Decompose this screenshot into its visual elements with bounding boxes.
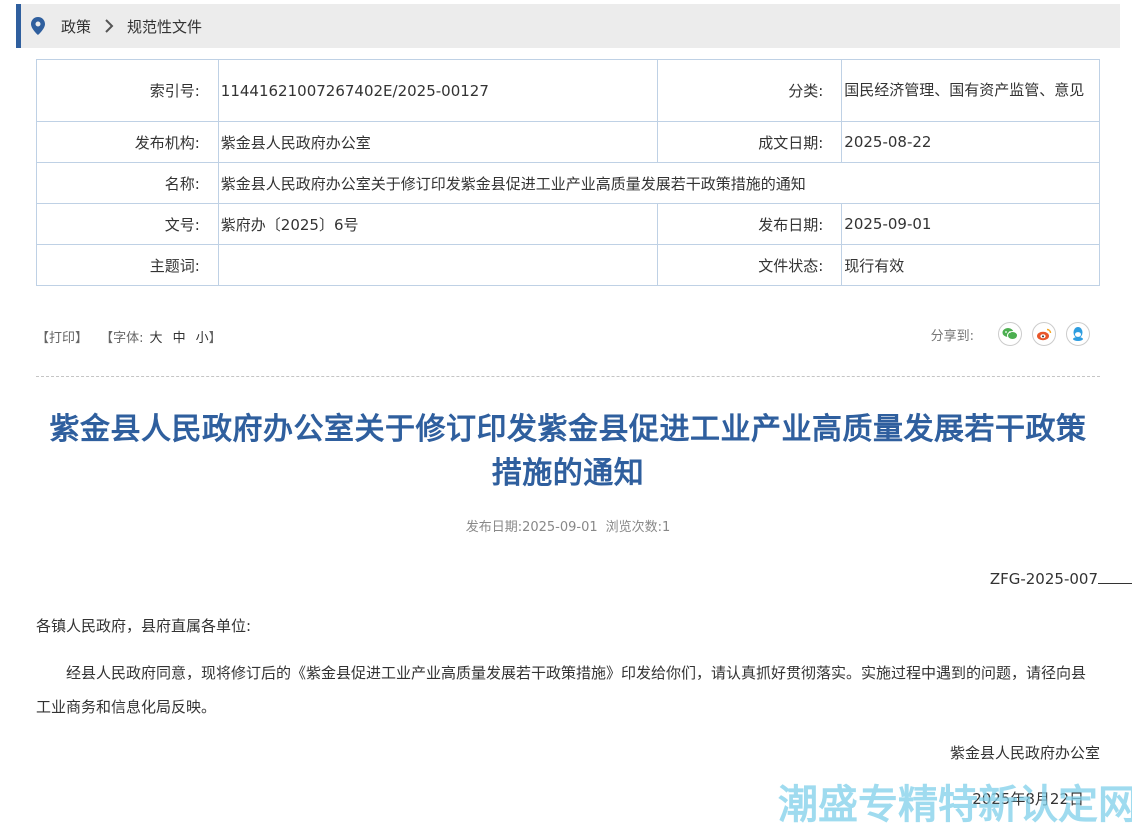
publisher-value: 紫金县人民政府办公室 (217, 121, 659, 163)
dashed-divider (36, 376, 1100, 377)
created-date-value: 2025-08-22 (841, 121, 1100, 163)
font-medium-button[interactable]: 中 (173, 331, 186, 346)
qq-icon[interactable] (1066, 322, 1090, 346)
article-toolbar: 【打印】 【字体: 大中小】 分享到: (36, 322, 1100, 348)
wechat-icon[interactable] (998, 322, 1022, 346)
view-count: 浏览次数:1 (605, 520, 671, 535)
signature: 紫金县人民政府办公室 (949, 744, 1100, 762)
status-label: 文件状态: (657, 244, 843, 286)
chevron-right-icon (104, 19, 114, 33)
document-code-text: ZFG-2025-007 (989, 570, 1098, 588)
watermark: 潮盛专精特新认定网 (778, 782, 1132, 828)
article-title: 紫金县人民政府办公室关于修订印发紫金县促进工业产业高质量发展若干政策措施的通知 (49, 412, 1087, 491)
name-label: 名称: (36, 162, 219, 204)
created-date-label: 成文日期: (657, 121, 843, 163)
addressee: 各镇人民政府，县府直属各单位: (36, 617, 252, 635)
weibo-icon[interactable] (1032, 322, 1056, 346)
print-button[interactable]: 【打印】 (36, 331, 88, 346)
doc-number-value: 紫府办〔2025〕6号 (217, 203, 659, 245)
font-size-label: 【字体: (100, 331, 144, 346)
table-row: 文号: 紫府办〔2025〕6号 发布日期: 2025-09-01 (36, 203, 1100, 245)
status-value: 现行有效 (841, 244, 1100, 286)
index-label: 索引号: (36, 59, 219, 122)
map-pin-icon (31, 17, 45, 35)
subject-value (217, 244, 659, 286)
font-bracket-close: 】 (208, 331, 222, 346)
publisher-label: 发布机构: (36, 121, 219, 163)
breadcrumb-item-normative-docs[interactable]: 规范性文件 (127, 16, 202, 37)
publish-date: 发布日期:2025-09-01 (465, 520, 598, 535)
breadcrumb: 政策 规范性文件 (16, 4, 1120, 48)
index-value: 11441621007267402E/2025-00127 (217, 59, 659, 122)
publish-date-label: 发布日期: (657, 203, 843, 245)
category-label: 分类: (657, 59, 843, 122)
category-value: 国民经济管理、国有资产监管、意见 (841, 59, 1100, 122)
document-metadata-table: 索引号: 11441621007267402E/2025-00127 分类: 国… (36, 59, 1101, 286)
name-value: 紫金县人民政府办公室关于修订印发紫金县促进工业产业高质量发展若干政策措施的通知 (217, 162, 1101, 204)
publish-info: 发布日期:2025-09-01 浏览次数:1 (36, 516, 1100, 535)
subject-label: 主题词: (36, 244, 219, 286)
table-row: 名称: 紫金县人民政府办公室关于修订印发紫金县促进工业产业高质量发展若干政策措施… (36, 162, 1101, 204)
font-large-button[interactable]: 大 (150, 331, 163, 346)
document-code: ZFG-2025-007 (990, 569, 1132, 588)
body-paragraph: 经县人民政府同意，现将修订后的《紫金县促进工业产业高质量发展若干政策措施》印发给… (36, 664, 1087, 716)
table-row: 主题词: 文件状态: 现行有效 (36, 244, 1100, 286)
breadcrumb-item-policy[interactable]: 政策 (61, 16, 91, 37)
table-row: 索引号: 11441621007267402E/2025-00127 分类: 国… (36, 59, 1100, 122)
font-small-button[interactable]: 小 (196, 331, 209, 346)
share-label: 分享到: (930, 328, 974, 344)
underline-blank (1098, 569, 1132, 584)
share-bar: 分享到: (931, 322, 1090, 346)
table-row: 发布机构: 紫金县人民政府办公室 成文日期: 2025-08-22 (36, 121, 1100, 163)
publish-date-value: 2025-09-01 (841, 203, 1100, 245)
doc-number-label: 文号: (36, 203, 219, 245)
print-font-tools: 【打印】 【字体: 大中小】 (36, 327, 222, 346)
